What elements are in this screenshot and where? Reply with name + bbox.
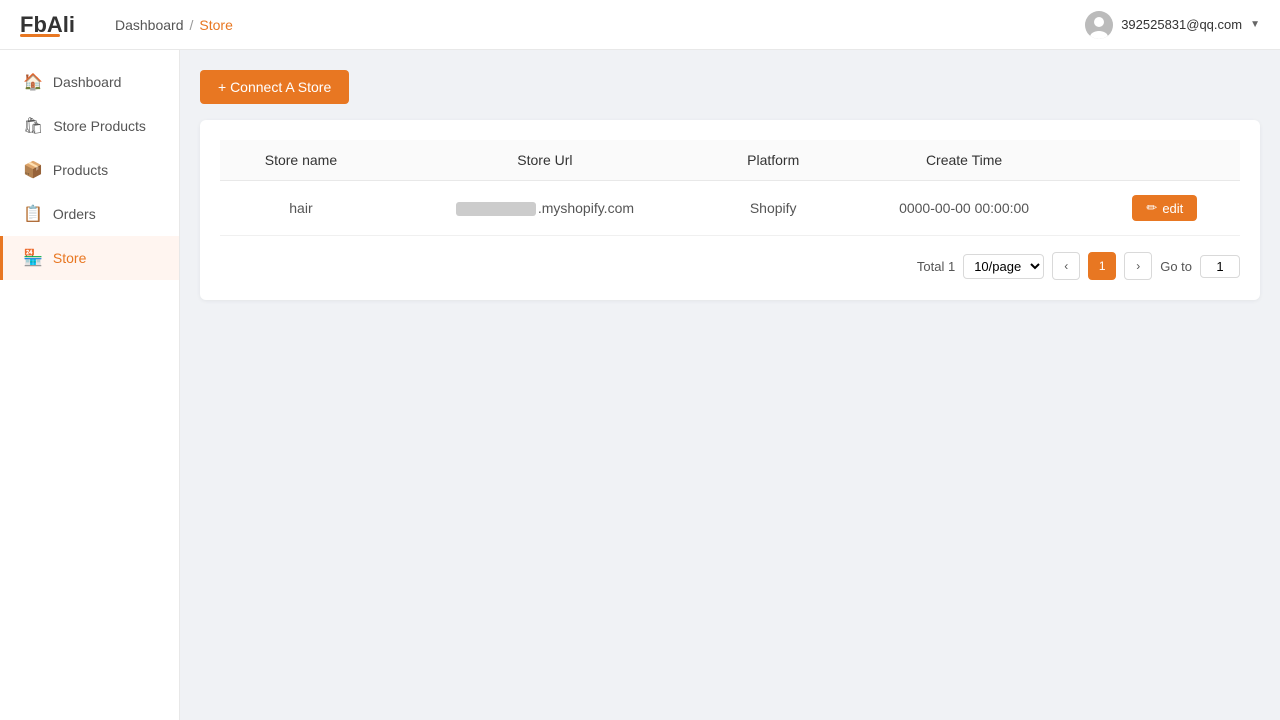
sidebar-label-store-products: Store Products <box>53 118 146 134</box>
edit-icon: ✏ <box>1146 200 1157 216</box>
chevron-down-icon: ▼ <box>1250 19 1260 30</box>
sidebar-item-dashboard[interactable]: 🏠 Dashboard <box>0 60 179 104</box>
logo-text: FbAli <box>20 12 75 38</box>
cell-create-time: 0000-00-00 00:00:00 <box>838 181 1089 236</box>
table-header-row: Store name Store Url Platform Create Tim… <box>220 140 1240 181</box>
main-content: + Connect A Store Store name Store Url P… <box>180 50 1280 720</box>
sidebar-label-dashboard: Dashboard <box>53 74 122 90</box>
sidebar: 🏠 Dashboard 🛍 Store Products 📦 Products … <box>0 50 180 720</box>
col-actions <box>1090 140 1240 181</box>
sidebar-label-products: Products <box>53 162 108 178</box>
products-icon: 📦 <box>23 160 43 180</box>
store-table: Store name Store Url Platform Create Tim… <box>220 140 1240 236</box>
user-info[interactable]: 392525831@qq.com ▼ <box>1085 11 1260 39</box>
breadcrumb: Dashboard / Store <box>115 17 233 33</box>
next-page-button[interactable]: › <box>1124 252 1152 280</box>
breadcrumb-current: Store <box>199 17 232 33</box>
cell-store-url: .myshopify.com <box>382 181 708 236</box>
store-products-icon: 🛍 <box>23 116 43 136</box>
table-row: hair .myshopify.com Shopify 0000-00-00 0… <box>220 181 1240 236</box>
col-store-url: Store Url <box>382 140 708 181</box>
breadcrumb-home[interactable]: Dashboard <box>115 17 184 33</box>
connect-store-button[interactable]: + Connect A Store <box>200 70 349 104</box>
cell-edit: ✏ edit <box>1090 181 1240 236</box>
user-email: 392525831@qq.com <box>1121 17 1242 32</box>
pagination: Total 1 10/page 20/page 50/page ‹ 1 › Go… <box>220 252 1240 280</box>
sidebar-label-store: Store <box>53 250 86 266</box>
per-page-select[interactable]: 10/page 20/page 50/page <box>963 254 1044 279</box>
home-icon: 🏠 <box>23 72 43 92</box>
store-icon: 🏪 <box>23 248 43 268</box>
layout: 🏠 Dashboard 🛍 Store Products 📦 Products … <box>0 50 1280 720</box>
goto-input[interactable] <box>1200 255 1240 278</box>
store-url-blurred <box>456 202 536 216</box>
total-label: Total 1 <box>917 259 955 274</box>
breadcrumb-separator: / <box>190 17 194 33</box>
page-1-button[interactable]: 1 <box>1088 252 1116 280</box>
store-url-suffix: .myshopify.com <box>538 200 634 216</box>
orders-icon: 📋 <box>23 204 43 224</box>
goto-label: Go to <box>1160 259 1192 274</box>
sidebar-item-store-products[interactable]: 🛍 Store Products <box>0 104 179 148</box>
col-platform: Platform <box>708 140 838 181</box>
app-header: FbAli Dashboard / Store 392525831@qq.com… <box>0 0 1280 50</box>
store-table-card: Store name Store Url Platform Create Tim… <box>200 120 1260 300</box>
avatar <box>1085 11 1113 39</box>
sidebar-label-orders: Orders <box>53 206 96 222</box>
col-store-name: Store name <box>220 140 382 181</box>
sidebar-item-store[interactable]: 🏪 Store <box>0 236 179 280</box>
cell-store-name: hair <box>220 181 382 236</box>
edit-label: edit <box>1162 201 1183 216</box>
prev-page-button[interactable]: ‹ <box>1052 252 1080 280</box>
cell-platform: Shopify <box>708 181 838 236</box>
sidebar-item-orders[interactable]: 📋 Orders <box>0 192 179 236</box>
sidebar-item-products[interactable]: 📦 Products <box>0 148 179 192</box>
edit-button[interactable]: ✏ edit <box>1132 195 1197 221</box>
col-create-time: Create Time <box>838 140 1089 181</box>
logo: FbAli <box>20 12 75 37</box>
